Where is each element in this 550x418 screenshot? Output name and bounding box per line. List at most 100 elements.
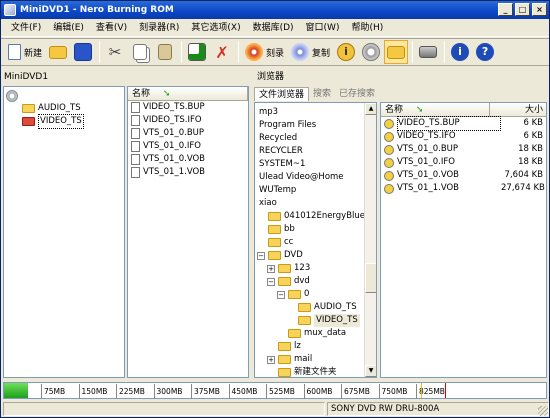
browser-file-row[interactable]: VIDEO_TS.IFO 6 KB xyxy=(381,130,546,143)
browser-file-row[interactable]: VTS_01_0.VOB 7,604 KB xyxy=(381,169,546,182)
menu-database[interactable]: 数据库(D) xyxy=(247,19,300,37)
save-button[interactable] xyxy=(71,40,95,64)
file-name: VTS_01_1.VOB xyxy=(397,183,460,193)
compilation-file-row[interactable]: VTS_01_0.IFO xyxy=(128,140,248,153)
folder-tree-item[interactable]: AUDIO_TS xyxy=(257,301,363,314)
compilation-root[interactable] xyxy=(4,89,124,102)
burn-button[interactable]: 刻录 xyxy=(242,40,287,64)
folder-tree-item[interactable]: cc xyxy=(257,236,363,249)
browser-file-row[interactable]: VTS_01_0.IFO 18 KB xyxy=(381,156,546,169)
folder-tree-item[interactable]: RECYCLER xyxy=(257,145,363,158)
folder-label: cc xyxy=(284,237,294,247)
folder-tree-item[interactable]: SYSTEM~1 xyxy=(257,158,363,171)
toolbar: 新建 ✂ ✗ 刻录 复制 i i ? xyxy=(1,38,549,66)
column-size-header[interactable]: 大小 xyxy=(490,103,546,116)
open-button[interactable] xyxy=(46,40,70,64)
paste-button[interactable] xyxy=(153,40,177,64)
column-name-header[interactable]: 名称 ➘ xyxy=(128,87,248,100)
minimize-button[interactable]: _ xyxy=(498,3,513,16)
capacity-tick-label: 300MB xyxy=(153,384,182,399)
folder-label: mp3 xyxy=(259,107,279,117)
browser-files-pane: 名称 ➘ 大小 VIDEO_TS.BUP 6 KB VIDEO_TS.IFO 6 KB… xyxy=(380,102,547,378)
capacity-tick-label: 75MB xyxy=(41,384,65,399)
title-bar[interactable]: MiniDVD1 - Nero Burning ROM _ □ × xyxy=(1,1,549,19)
menu-extras[interactable]: 其它选项(X) xyxy=(185,19,246,37)
folder-label: WUTemp xyxy=(259,185,297,195)
browser-tabs: 文件浏览器 搜索 已存搜索 xyxy=(254,87,379,101)
folder-icon xyxy=(288,290,301,299)
scroll-down-arrow[interactable]: ▼ xyxy=(365,365,376,377)
tab-search[interactable]: 搜索 xyxy=(309,87,335,101)
media-file-icon xyxy=(384,131,394,142)
properties-button[interactable] xyxy=(185,40,209,64)
close-button[interactable]: × xyxy=(532,3,547,16)
folder-tree-item[interactable]: mux_data xyxy=(257,327,363,340)
copy-file-button[interactable] xyxy=(128,40,152,64)
folder-tree-item[interactable]: lz xyxy=(257,340,363,353)
folder-tree-item[interactable]: xiao xyxy=(257,197,363,210)
new-button[interactable]: 新建 xyxy=(5,40,45,64)
cut-button[interactable]: ✂ xyxy=(103,40,127,64)
collapse-icon[interactable]: − xyxy=(277,290,285,299)
file-icon xyxy=(131,167,140,178)
tree-item-video-ts[interactable]: VIDEO_TS xyxy=(4,114,124,129)
folder-tree-item[interactable]: 041012EnergyBlue xyxy=(257,210,365,223)
browser-file-row[interactable]: VTS_01_0.BUP 18 KB xyxy=(381,143,546,156)
folder-tree-item[interactable]: mp3 xyxy=(257,106,363,119)
dvd-disc-icon xyxy=(6,89,18,102)
info-button[interactable]: i xyxy=(448,40,472,64)
expand-icon[interactable]: + xyxy=(267,355,275,364)
compilation-file-row[interactable]: VTS_01_1.VOB xyxy=(128,166,248,179)
compilation-file-row[interactable]: VTS_01_0.VOB xyxy=(128,153,248,166)
menu-file[interactable]: 文件(F) xyxy=(5,19,47,37)
folder-tree-item[interactable]: − DVD xyxy=(257,249,363,262)
folder-tree-item[interactable]: WUTemp xyxy=(257,184,363,197)
folder-tree-item[interactable]: + mail xyxy=(257,353,363,366)
expand-icon[interactable]: + xyxy=(267,264,275,273)
browser-file-row[interactable]: VTS_01_1.VOB 27,674 KB xyxy=(381,182,546,195)
collapse-icon[interactable]: − xyxy=(257,251,265,260)
menu-recorder[interactable]: 刻录器(R) xyxy=(133,19,185,37)
folder-tree-item[interactable]: − dvd xyxy=(257,275,363,288)
capacity-limit-marker xyxy=(445,383,446,398)
folder-tree-item[interactable]: VIDEO_TS xyxy=(257,314,363,327)
compilation-file-row[interactable]: VTS_01_0.BUP xyxy=(128,127,248,140)
folder-tree-item[interactable]: −0 xyxy=(257,288,363,301)
folder-tree-item[interactable]: Program Files xyxy=(257,119,363,132)
wizard-button[interactable]: ✗ xyxy=(210,40,234,64)
tree-vertical-scrollbar[interactable]: ▲ ▼ xyxy=(364,103,376,377)
compilation-file-row[interactable]: VIDEO_TS.BUP xyxy=(128,101,248,114)
disc-info-button[interactable]: i xyxy=(334,40,358,64)
folder-tree-item[interactable]: Recycled xyxy=(257,132,363,145)
folder-red-icon xyxy=(22,117,35,126)
folder-tree-item[interactable]: Ulead Video@Home xyxy=(257,171,363,184)
browser-toggle-button[interactable] xyxy=(384,40,409,64)
sort-arrow-icon: ➘ xyxy=(162,89,171,99)
browser-file-row[interactable]: VIDEO_TS.BUP 6 KB xyxy=(381,116,546,131)
capacity-tick-label: 225MB xyxy=(116,384,145,399)
scroll-up-arrow[interactable]: ▲ xyxy=(365,103,376,115)
copy-disc-button[interactable]: 复制 xyxy=(288,40,333,64)
tab-saved-search[interactable]: 已存搜索 xyxy=(335,87,379,101)
menu-help[interactable]: 帮助(H) xyxy=(345,19,389,37)
maximize-button[interactable]: □ xyxy=(515,3,530,16)
folder-tree-item[interactable]: +123 xyxy=(257,262,363,275)
column-name-header[interactable]: 名称 ➘ xyxy=(381,103,490,116)
menu-view[interactable]: 查看(V) xyxy=(90,19,133,37)
folder-icon xyxy=(268,212,281,221)
menu-window[interactable]: 窗口(W) xyxy=(300,19,346,37)
compilation-file-row[interactable]: VIDEO_TS.IFO xyxy=(128,114,248,127)
folder-label: SYSTEM~1 xyxy=(259,159,306,169)
folder-label: Ulead Video@Home xyxy=(259,172,344,182)
capacity-tick-label: 675MB xyxy=(341,384,370,399)
menu-edit[interactable]: 编辑(E) xyxy=(47,19,90,37)
folder-tree-item[interactable]: 新建文件夹 xyxy=(257,366,363,377)
eject-button[interactable] xyxy=(359,40,383,64)
resize-grip[interactable] xyxy=(538,406,548,416)
folder-tree-item[interactable]: bb xyxy=(257,223,363,236)
collapse-icon[interactable]: − xyxy=(267,277,275,286)
scroll-thumb[interactable] xyxy=(365,263,376,293)
help-button[interactable]: ? xyxy=(473,40,497,64)
drive-button[interactable] xyxy=(416,40,440,64)
tab-file-browser[interactable]: 文件浏览器 xyxy=(254,87,310,101)
